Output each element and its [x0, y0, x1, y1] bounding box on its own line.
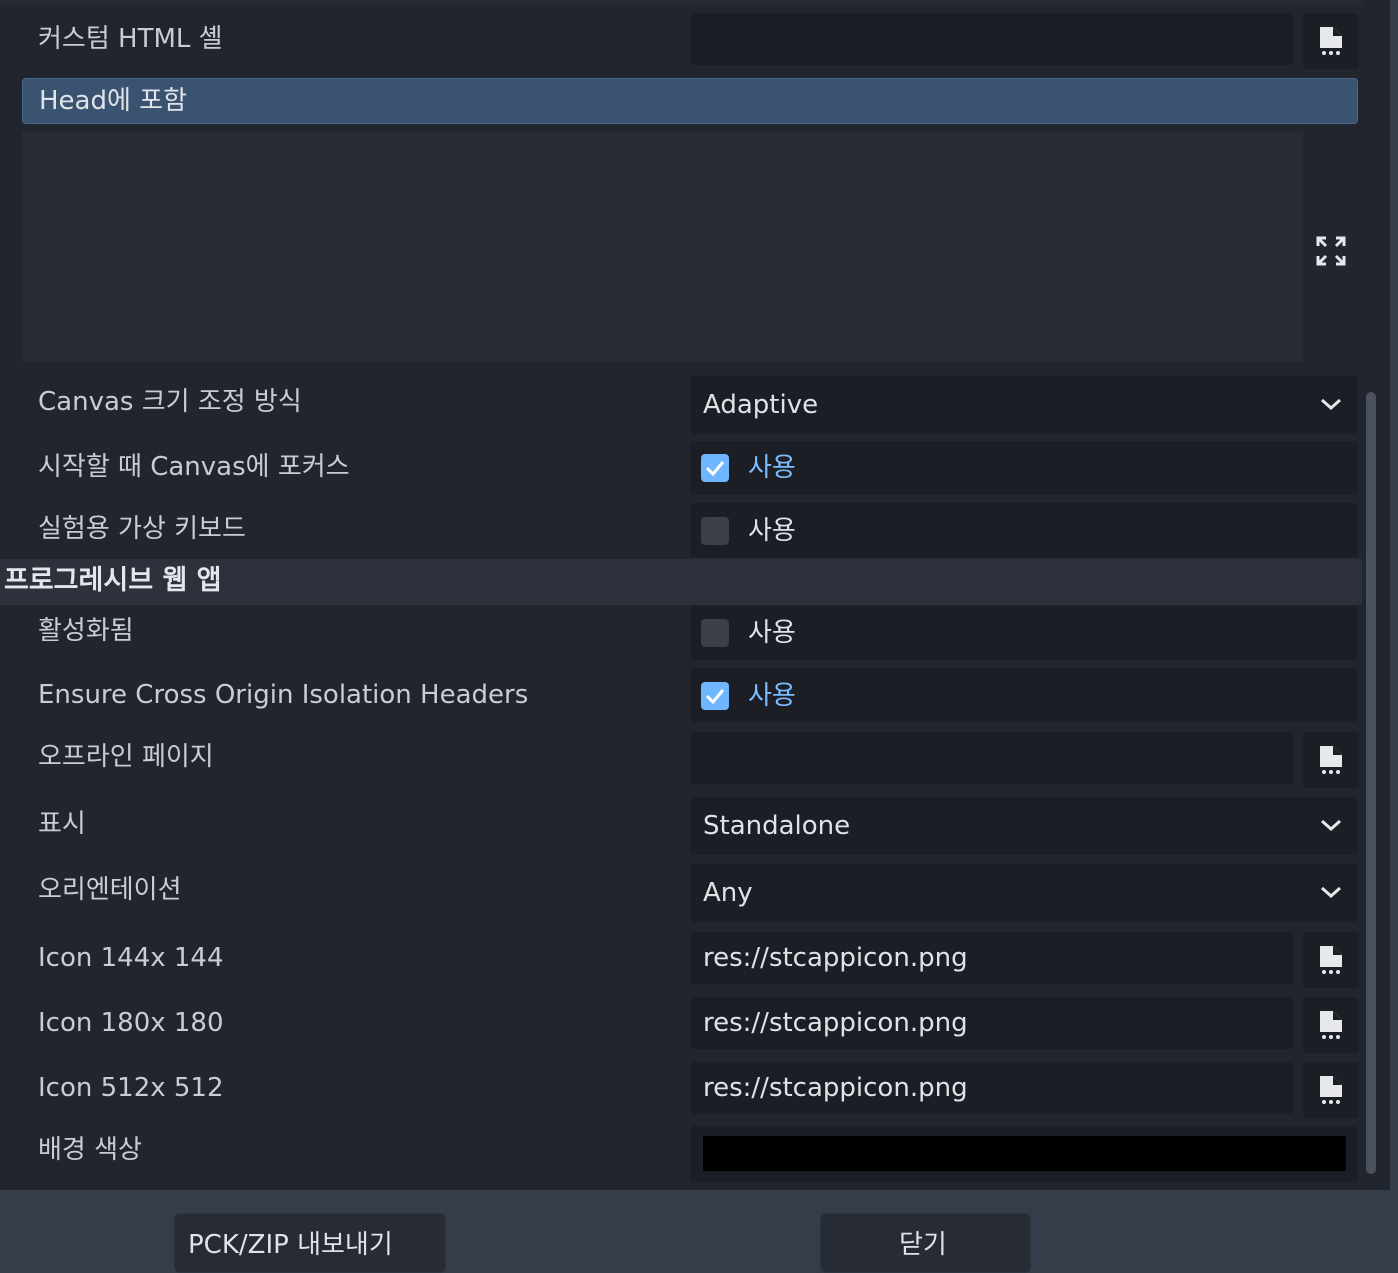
background-color-label: 배경 색상 [38, 1135, 142, 1165]
checkmark-icon [705, 461, 725, 477]
focus-canvas-check-label: 사용 [748, 453, 796, 483]
chevron-down-icon [1321, 886, 1341, 899]
virtual-keyboard-label: 실험용 가상 키보드 [38, 514, 246, 544]
virtual-keyboard-check-label: 사용 [748, 516, 796, 546]
offline-page-label: 오프라인 페이지 [38, 742, 214, 772]
icon-512-file-button[interactable] [1303, 1062, 1359, 1118]
focus-canvas-label: 시작할 때 Canvas에 포커스 [38, 452, 350, 482]
focus-canvas-checkbox[interactable] [701, 454, 729, 482]
head-include-side [1303, 132, 1359, 362]
close-label: 닫기 [899, 1230, 947, 1260]
custom-html-shell-label: 커스텀 HTML 셸 [38, 24, 223, 54]
chevron-down-icon [1321, 398, 1341, 411]
display-label: 표시 [38, 809, 86, 839]
pwa-enabled-checkbox[interactable] [701, 619, 729, 647]
canvas-resize-policy-select[interactable]: Adaptive [690, 376, 1358, 434]
close-button[interactable]: 닫기 [820, 1213, 1031, 1273]
canvas-resize-policy-label: Canvas 크기 조정 방식 [38, 387, 302, 417]
icon-144-label: Icon 144x 144 [38, 943, 224, 973]
icon-144-input[interactable]: res://stcappicon.png [690, 932, 1294, 984]
head-include-header[interactable]: Head에 포함 [22, 78, 1358, 124]
pwa-enabled-check-label: 사용 [748, 618, 796, 648]
icon-512-value: res://stcappicon.png [703, 1073, 968, 1103]
chevron-down-icon [1321, 819, 1341, 832]
canvas-resize-policy-value: Adaptive [703, 390, 819, 420]
cross-origin-checkbox[interactable] [701, 682, 729, 710]
background-color-swatch[interactable] [703, 1136, 1346, 1171]
custom-html-shell-input[interactable] [690, 13, 1294, 65]
focus-canvas-checkbox-row[interactable]: 사용 [690, 441, 1358, 495]
pwa-section-title: 프로그레시브 웹 앱 [4, 565, 222, 596]
pwa-section-header[interactable]: 프로그레시브 웹 앱 [0, 559, 1362, 605]
export-options-panel: 커스텀 HTML 셸 Head에 포함 Canvas 크기 조정 방식 Adap… [0, 0, 1390, 1190]
background-color-field [690, 1126, 1358, 1182]
pwa-enabled-label: 활성화됨 [38, 616, 134, 646]
file-icon [1320, 746, 1342, 774]
file-icon [1320, 1076, 1342, 1104]
expand-icon[interactable] [1316, 236, 1346, 266]
offline-page-file-button[interactable] [1303, 732, 1359, 788]
virtual-keyboard-checkbox-row[interactable]: 사용 [690, 503, 1358, 557]
checkmark-icon [705, 689, 725, 705]
icon-144-value: res://stcappicon.png [703, 943, 968, 973]
icon-180-label: Icon 180x 180 [38, 1008, 224, 1038]
orientation-label: 오리엔테이션 [38, 875, 182, 905]
custom-html-shell-file-button[interactable] [1303, 13, 1359, 69]
cross-origin-checkbox-row[interactable]: 사용 [690, 668, 1358, 722]
icon-512-input[interactable]: res://stcappicon.png [690, 1062, 1294, 1114]
icon-180-value: res://stcappicon.png [703, 1008, 968, 1038]
orientation-select[interactable]: Any [690, 864, 1358, 922]
virtual-keyboard-checkbox[interactable] [701, 517, 729, 545]
display-value: Standalone [703, 811, 851, 841]
export-pck-zip-label: PCK/ZIP 내보내기 [188, 1230, 393, 1260]
file-icon [1320, 1011, 1342, 1039]
scrollbar-thumb[interactable] [1366, 392, 1376, 1174]
pwa-enabled-checkbox-row[interactable]: 사용 [690, 606, 1358, 660]
file-icon [1320, 27, 1342, 55]
file-icon [1320, 946, 1342, 974]
icon-180-input[interactable]: res://stcappicon.png [690, 997, 1294, 1049]
offline-page-input[interactable] [690, 732, 1294, 784]
head-include-label: Head에 포함 [39, 86, 188, 116]
export-pck-zip-button[interactable]: PCK/ZIP 내보내기 [174, 1213, 446, 1273]
cross-origin-label: Ensure Cross Origin Isolation Headers [38, 680, 529, 710]
icon-180-file-button[interactable] [1303, 997, 1359, 1053]
icon-144-file-button[interactable] [1303, 932, 1359, 988]
display-select[interactable]: Standalone [690, 797, 1358, 855]
orientation-value: Any [703, 878, 753, 908]
head-include-code-editor[interactable] [22, 132, 1303, 362]
cross-origin-check-label: 사용 [748, 681, 796, 711]
row-top-edge [0, 0, 1362, 4]
icon-512-label: Icon 512x 512 [38, 1073, 224, 1103]
